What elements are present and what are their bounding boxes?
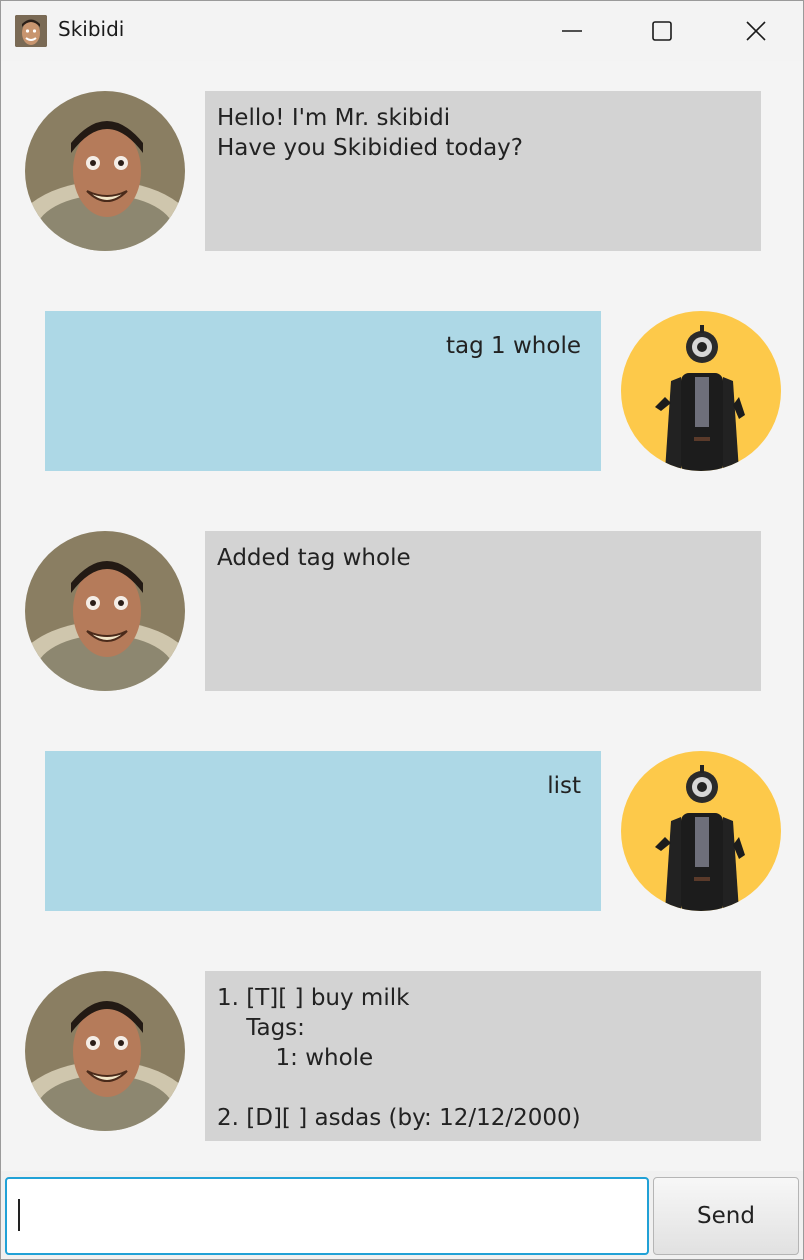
close-icon [746, 21, 766, 41]
chat-area[interactable]: Hello! I'm Mr. skibidi Have you Skibidie… [1, 61, 803, 1171]
cameraman-avatar [621, 751, 781, 911]
bot-message-bubble: Added tag whole [205, 531, 761, 691]
message-input[interactable] [5, 1177, 649, 1255]
bot-message-bubble: 1. [T][ ] buy milk Tags: 1: whole 2. [D]… [205, 971, 761, 1141]
skibidi-toilet-avatar [25, 971, 185, 1131]
window-title: Skibidi [58, 17, 125, 41]
input-bar: Send [1, 1171, 803, 1259]
maximize-icon [652, 21, 672, 41]
close-button[interactable] [711, 1, 801, 61]
app-window: Skibidi Hello! I'm Mr. skibidi Have you … [0, 0, 804, 1260]
minimize-button[interactable] [527, 1, 617, 61]
user-message-bubble: tag 1 whole [45, 311, 601, 471]
skibidi-toilet-avatar [25, 91, 185, 251]
cameraman-avatar [621, 311, 781, 471]
skibidi-app-icon [15, 15, 47, 47]
send-button[interactable]: Send [653, 1177, 799, 1255]
skibidi-toilet-avatar [25, 531, 185, 691]
user-message-bubble: list [45, 751, 601, 911]
title-bar[interactable]: Skibidi [1, 1, 803, 61]
maximize-button[interactable] [617, 1, 707, 61]
bot-message-bubble: Hello! I'm Mr. skibidi Have you Skibidie… [205, 91, 761, 251]
minimize-icon [562, 30, 582, 32]
text-caret [18, 1199, 20, 1231]
